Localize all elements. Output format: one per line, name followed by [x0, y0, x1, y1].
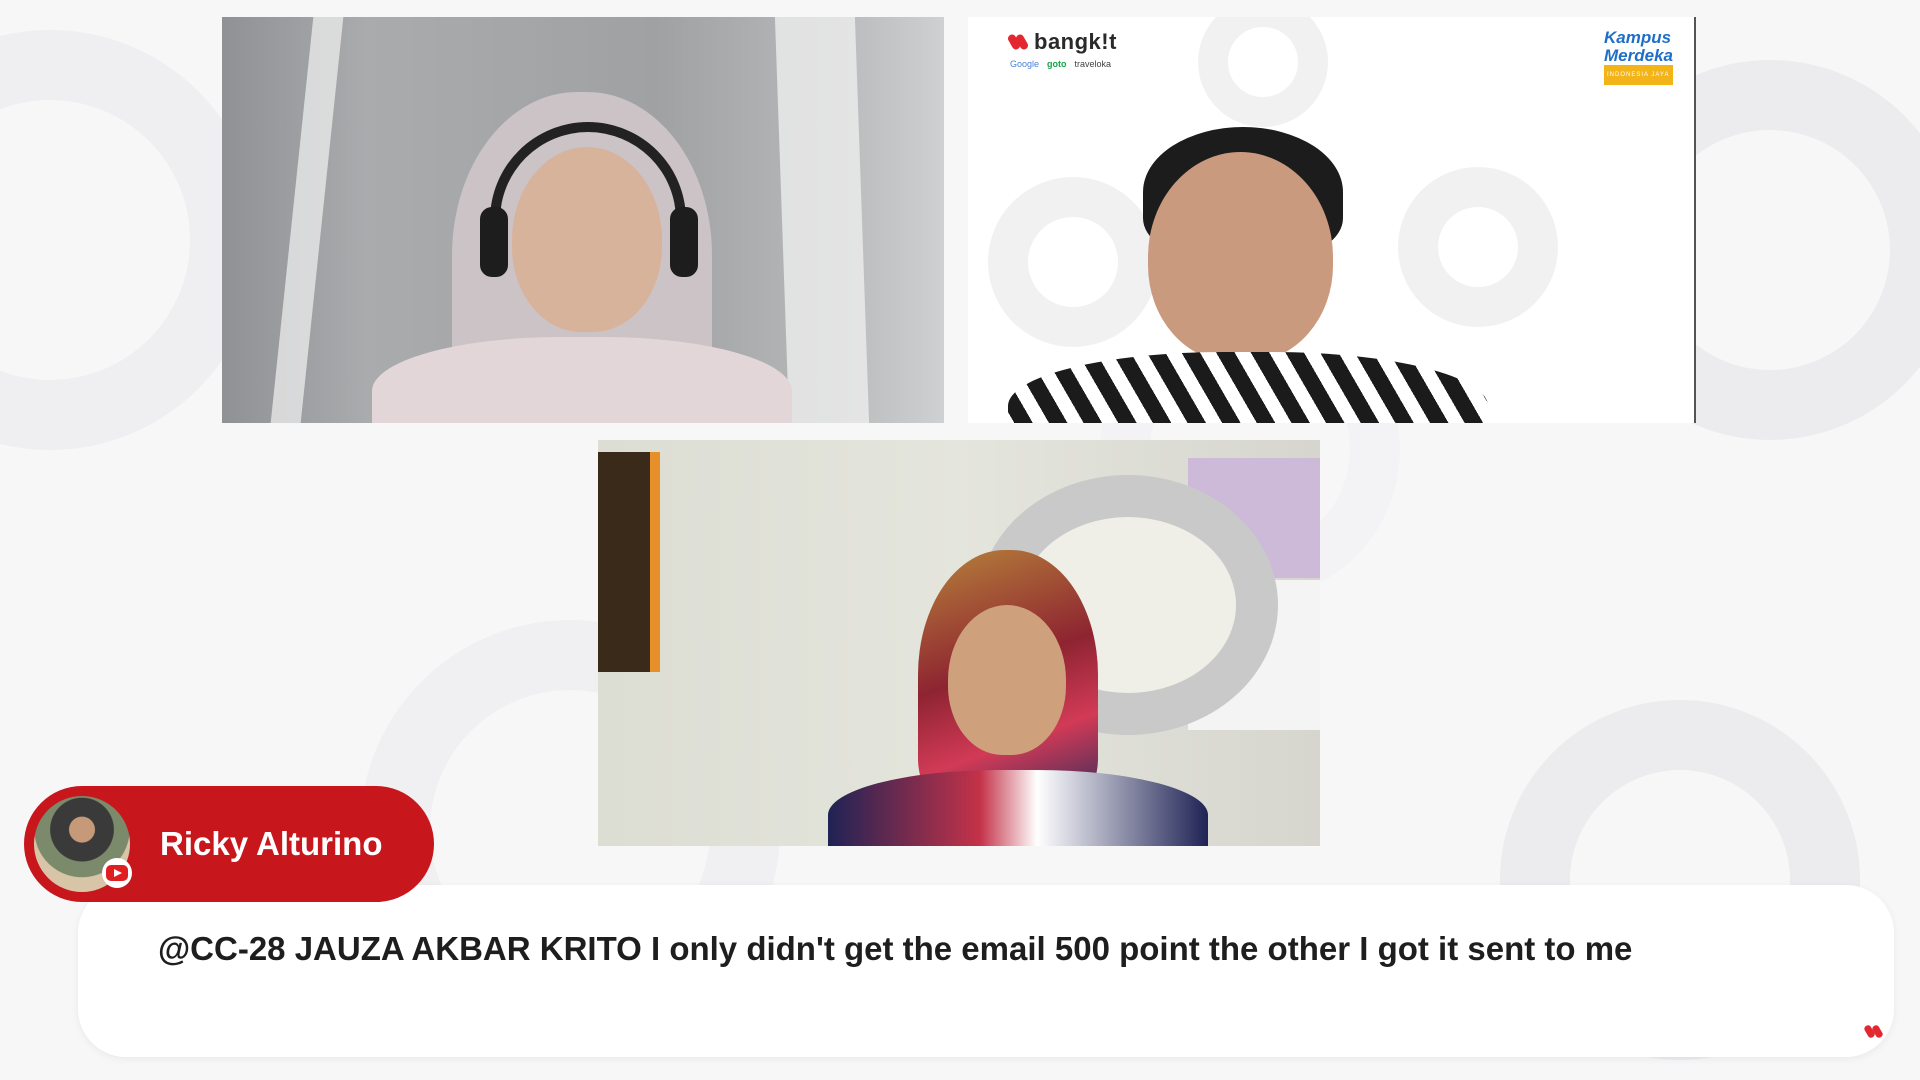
partner-logos: Google goto traveloka	[1008, 59, 1117, 69]
partner-goto: goto	[1047, 59, 1067, 69]
partner-traveloka: traveloka	[1074, 59, 1112, 69]
bangkit-corner-icon	[1863, 1024, 1886, 1046]
chat-author-name: Ricky Alturino	[160, 825, 383, 862]
video-tile-participant-2: bangk!t Google goto traveloka Kampus Mer…	[968, 17, 1696, 423]
chat-message-card: @CC-28 JAUZA AKBAR KRITO I only didn't g…	[78, 885, 1894, 1057]
bangkit-logo: bangk!t Google goto traveloka	[1006, 29, 1117, 69]
youtube-icon	[102, 858, 132, 888]
kampus-merdeka-line1: Kampus	[1604, 28, 1672, 47]
kampus-merdeka-tagline: INDONESIA JAYA	[1604, 65, 1673, 85]
avatar	[30, 792, 134, 896]
kampus-merdeka-logo: Kampus Merdeka INDONESIA JAYA	[1604, 29, 1673, 85]
kampus-merdeka-line2: Merdeka	[1604, 46, 1673, 65]
bangkit-mark-icon	[1006, 32, 1030, 52]
partner-google: Google	[1010, 59, 1040, 69]
video-tile-participant-3	[598, 440, 1320, 846]
video-tile-participant-1	[222, 17, 944, 423]
chat-message-text: @CC-28 JAUZA AKBAR KRITO I only didn't g…	[158, 930, 1633, 967]
chat-author-pill: Ricky Alturino	[24, 786, 434, 902]
bangkit-wordmark: bangk!t	[1034, 29, 1117, 54]
